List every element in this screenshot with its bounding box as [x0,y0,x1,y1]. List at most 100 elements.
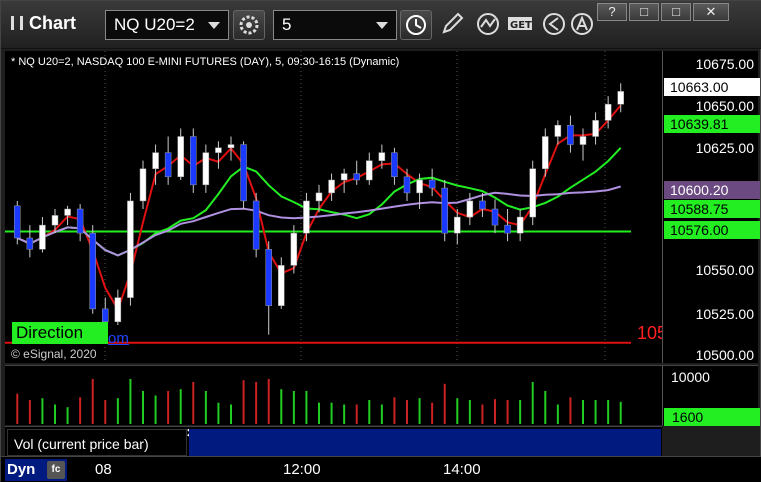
time-axis[interactable]: Dyn fc 08 12:00 14:00 [1,456,761,482]
y-tick: 10550.00 [695,262,754,278]
minimize-button[interactable]: □ [661,3,691,21]
fc-icon[interactable]: fc [47,461,65,479]
volume-label-bar: Vol (current price bar) ✕ [5,426,662,456]
direction-link[interactable]: om [108,330,129,347]
candle-body [604,104,612,121]
candle-body [265,249,272,306]
volume-bar [167,391,170,424]
volume-bar [79,397,82,424]
candle-body [89,232,96,310]
candle-body [315,192,323,202]
candle-body [428,179,436,189]
price-axis[interactable]: 10675.00 10650.00 10625.00 10550.00 1052… [662,51,760,363]
clock-button[interactable] [400,10,432,40]
dyn-label: Dyn [7,461,36,478]
candle-body [64,208,71,216]
volume-bar [406,400,408,424]
volume-bar [292,391,295,424]
volume-axis[interactable]: 10000 1600 [662,365,760,426]
volume-bar [431,402,434,424]
interval-value: 5 [282,15,292,34]
volume-tab-label: Vol (current price bar) [14,436,149,452]
volume-bar [305,391,308,424]
candle-body [579,136,587,145]
volume-chart-svg[interactable] [5,366,662,426]
volume-bar [594,400,597,424]
volume-bar [179,389,182,424]
volume-tab-fill [189,429,661,456]
price-pane[interactable]: * NQ U20=2, NASDAQ 100 E-MINI FUTURES (D… [5,51,667,363]
volume-bar [607,400,610,424]
green-level-tag: 10639.81 [664,115,760,133]
close-button[interactable]: ✕ [693,3,729,21]
restore-button[interactable]: □ [629,3,659,21]
candle-body [366,160,373,181]
volume-bar [217,402,220,424]
volume-bar [393,397,396,424]
x-tick: 08 [95,461,112,478]
copyright: © eSignal, 2020 [11,347,97,361]
candle-body [227,144,235,149]
volume-pane[interactable] [5,365,662,425]
chevron-down-icon[interactable] [208,22,220,29]
volume-bar [28,400,31,424]
get-button[interactable]: GET [506,10,538,40]
chart-info: * NQ U20=2, NASDAQ 100 E-MINI FUTURES (D… [11,56,400,68]
candle-body [26,237,34,250]
dyn-button[interactable]: Dyn fc [5,459,67,481]
candle-body [454,216,461,234]
volume-bar [54,404,56,424]
volume-bar [318,402,320,424]
volume-bar [192,382,195,424]
chart-window: Chart NQ U20=2 5 GET ? □ □ ✕ * NQ U20=2,… [0,0,761,482]
interval-combo[interactable]: 5 [273,10,397,40]
get-icon: GET [508,17,532,31]
y-tick: 10650.00 [695,98,754,114]
study-button[interactable] [474,10,506,40]
volume-bar [456,398,459,424]
help-button[interactable]: ? [597,3,627,21]
symbol-value: NQ U20=2 [114,15,195,34]
candle-body [617,91,624,105]
y-tick: 10675.00 [695,56,754,72]
gear-icon [239,15,259,35]
candle-body [252,200,260,250]
candle-body [378,152,386,161]
candle-body [240,144,247,202]
volume-bar [418,398,421,424]
chevron-down-icon[interactable] [376,22,388,29]
candle-body [466,200,474,218]
candle-body [491,208,499,226]
volume-bar [255,382,258,424]
auto-button[interactable] [568,10,600,40]
candle-body [190,136,197,186]
support-level-tag: 10576.00 [664,221,760,239]
volume-bar [330,402,333,424]
draw-button[interactable] [438,10,470,40]
candle-body [76,208,84,234]
candle-body [340,173,348,181]
volume-bar [41,398,44,424]
pencil-icon [442,12,464,34]
price-chart-svg[interactable] [5,51,662,363]
candle-body [416,179,423,194]
volume-bar [154,395,157,424]
volume-bar [16,393,19,424]
grip-icon[interactable] [11,16,23,30]
y-tick: 10625.00 [695,140,754,156]
volume-bar [242,380,245,424]
candle-body [403,176,411,194]
candle-body [127,200,134,298]
volume-tab[interactable]: Vol (current price bar) ✕ [7,426,196,456]
candle-body [114,297,122,323]
candle-body [441,187,448,234]
candle-body [328,179,335,194]
symbol-combo[interactable]: NQ U20=2 [105,10,229,40]
volume-bar [531,382,534,424]
volume-bar [116,398,119,424]
app-title-text: Chart [29,13,77,33]
volume-bar [443,383,446,424]
settings-button[interactable] [233,10,265,40]
green-level-tag-2: 10588.75 [664,200,760,218]
candle-body [202,152,210,186]
